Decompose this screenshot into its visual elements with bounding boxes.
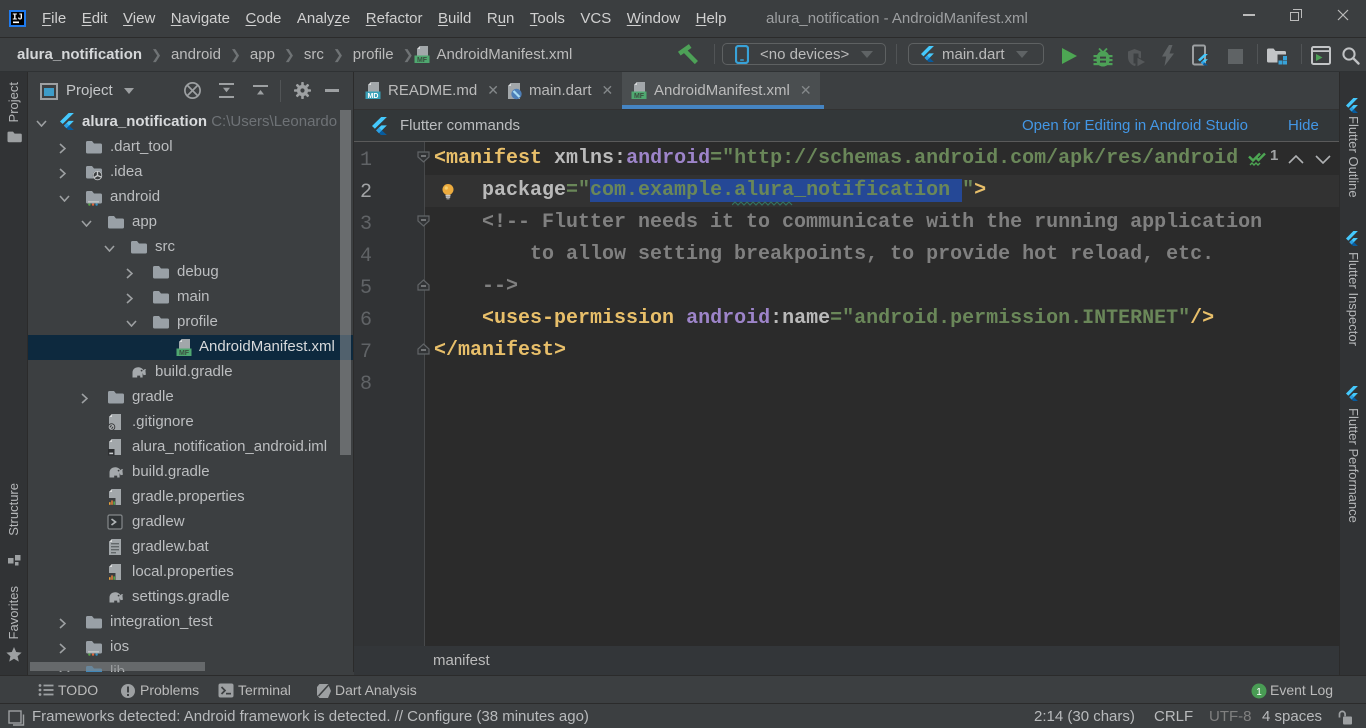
svg-text:MF: MF xyxy=(179,350,190,357)
svg-text:1: 1 xyxy=(1256,687,1262,698)
svg-text:MF: MF xyxy=(634,93,645,100)
svg-text:MF: MF xyxy=(416,57,427,64)
svg-text:IJ: IJ xyxy=(12,13,23,23)
svg-text:MD: MD xyxy=(368,93,379,100)
